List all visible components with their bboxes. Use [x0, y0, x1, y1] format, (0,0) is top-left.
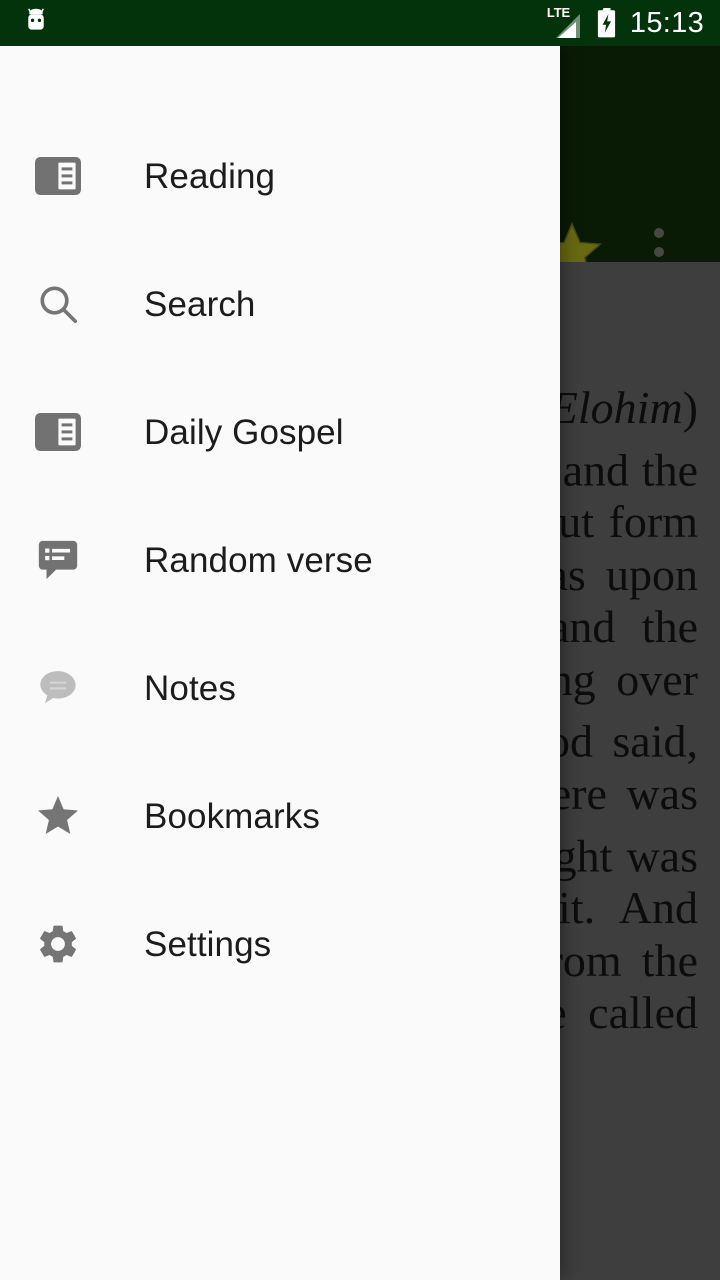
drawer-item-label: Reading	[144, 156, 276, 196]
status-bar: LTE 15:13	[0, 0, 720, 46]
gear-icon	[30, 921, 86, 967]
status-bar-icons: LTE 15:13	[547, 6, 720, 39]
chrome-reader-mode-icon	[30, 156, 86, 196]
battery-charging-icon	[597, 8, 616, 38]
drawer-item-label: Random verse	[144, 540, 373, 580]
more-vert-icon	[654, 247, 664, 257]
signal-icon-group: LTE	[547, 6, 584, 38]
drawer-item-label: Notes	[144, 668, 236, 708]
android-robot-icon	[28, 8, 44, 30]
more-vert-icon	[654, 228, 664, 238]
search-icon	[30, 281, 86, 327]
drawer-item-notes[interactable]: Notes	[0, 624, 560, 752]
drawer-item-label: Daily Gospel	[144, 412, 344, 452]
drawer-item-search[interactable]: Search	[0, 240, 560, 368]
phone-screen: In the beginning God (Elohim) created 2 …	[0, 0, 720, 1280]
navigation-drawer[interactable]: Reading Search Daily Gospel Random verse…	[0, 46, 560, 1280]
drawer-item-daily-gospel[interactable]: Daily Gospel	[0, 368, 560, 496]
star-icon	[30, 792, 86, 840]
drawer-item-label: Bookmarks	[144, 796, 320, 836]
drawer-item-settings[interactable]: Settings	[0, 880, 560, 1008]
chat-bubble-icon	[30, 665, 86, 711]
drawer-item-reading[interactable]: Reading	[0, 112, 560, 240]
drawer-item-label: Settings	[144, 924, 272, 964]
clock-time: 15:13	[629, 6, 704, 39]
drawer-item-random-verse[interactable]: Random verse	[0, 496, 560, 624]
drawer-item-label: Search	[144, 284, 256, 324]
status-bar-notifications	[0, 7, 52, 39]
speaker-notes-icon	[30, 537, 86, 583]
chrome-reader-mode-icon	[30, 412, 86, 452]
drawer-item-bookmarks[interactable]: Bookmarks	[0, 752, 560, 880]
signal-bars-icon	[555, 14, 580, 38]
